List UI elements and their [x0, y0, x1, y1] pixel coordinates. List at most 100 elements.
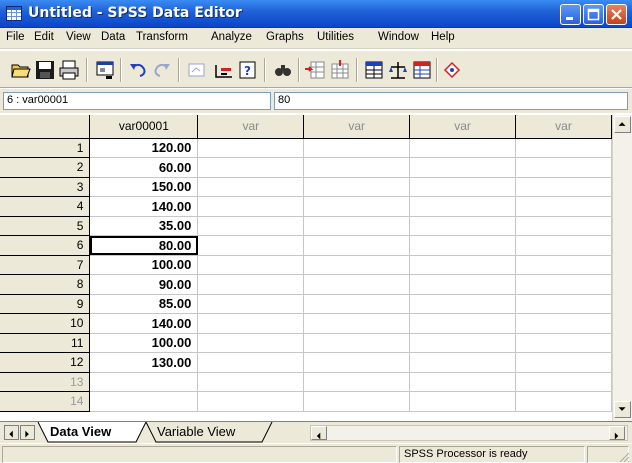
data-cell[interactable]	[515, 138, 612, 158]
data-cell[interactable]	[197, 372, 305, 392]
row-number[interactable]: 6	[0, 235, 91, 256]
redo-icon[interactable]	[151, 59, 173, 81]
data-cell[interactable]	[515, 216, 612, 236]
data-cell[interactable]	[197, 333, 305, 353]
cell-value-input[interactable]: 80	[274, 92, 628, 110]
row-number[interactable]: 13	[0, 372, 91, 392]
goto-case-icon[interactable]	[213, 59, 235, 81]
menu-analyze[interactable]: Analyze	[211, 31, 252, 43]
data-cell[interactable]: 130.00	[89, 352, 199, 373]
data-cell[interactable]	[409, 157, 517, 178]
data-cell[interactable]	[409, 274, 517, 295]
close-button[interactable]	[606, 4, 627, 25]
data-cell[interactable]	[197, 274, 305, 295]
data-cell[interactable]	[303, 352, 411, 373]
column-header-var[interactable]: var	[409, 115, 517, 139]
data-cell[interactable]	[515, 352, 612, 373]
row-number[interactable]: 9	[0, 294, 91, 314]
tab-scroll-right-button[interactable]	[20, 425, 35, 440]
data-cell[interactable]	[303, 177, 411, 197]
data-cell[interactable]	[515, 255, 612, 275]
insert-case-icon[interactable]	[304, 59, 326, 81]
data-cell[interactable]	[409, 216, 517, 236]
row-number[interactable]: 11	[0, 333, 91, 353]
data-cell[interactable]	[409, 255, 517, 275]
find-icon[interactable]	[272, 59, 294, 81]
column-header-var[interactable]: var	[303, 115, 411, 139]
data-cell[interactable]: 85.00	[89, 294, 199, 314]
dialog-recall-icon[interactable]	[94, 59, 116, 81]
menu-edit[interactable]: Edit	[34, 31, 54, 43]
data-cell[interactable]	[197, 352, 305, 373]
hscroll-left-button[interactable]	[311, 426, 327, 440]
vertical-scrollbar[interactable]	[612, 115, 632, 421]
select-cases-icon[interactable]	[411, 59, 433, 81]
variables-icon[interactable]: ?	[237, 59, 259, 81]
data-cell[interactable]	[409, 372, 517, 392]
row-number[interactable]: 1	[0, 138, 91, 158]
menu-window[interactable]: Window	[378, 31, 419, 43]
data-cell[interactable]	[197, 391, 305, 412]
data-cell[interactable]	[409, 235, 517, 256]
split-file-icon[interactable]	[363, 59, 385, 81]
data-cell[interactable]	[197, 294, 305, 314]
data-cell[interactable]	[409, 177, 517, 197]
data-cell[interactable]: 90.00	[89, 274, 199, 295]
data-cell[interactable]	[515, 196, 612, 217]
row-number[interactable]: 10	[0, 313, 91, 334]
maximize-button[interactable]	[583, 4, 604, 25]
data-cell[interactable]	[89, 372, 199, 392]
scroll-down-button[interactable]	[614, 401, 631, 418]
data-cell[interactable]	[515, 333, 612, 353]
scroll-up-button[interactable]	[614, 116, 631, 133]
data-cell[interactable]	[409, 138, 517, 158]
data-cell[interactable]: 100.00	[89, 333, 199, 353]
undo-icon[interactable]	[127, 59, 149, 81]
row-number[interactable]: 7	[0, 255, 91, 275]
data-cell[interactable]	[515, 274, 612, 295]
print-icon[interactable]	[58, 59, 80, 81]
data-cell[interactable]	[197, 216, 305, 236]
data-cell[interactable]: 100.00	[89, 255, 199, 275]
data-cell[interactable]	[197, 255, 305, 275]
data-cell[interactable]	[303, 333, 411, 353]
data-cell[interactable]: 140.00	[89, 196, 199, 217]
data-cell[interactable]	[303, 138, 411, 158]
data-cell[interactable]	[303, 294, 411, 314]
row-number[interactable]: 8	[0, 274, 91, 295]
data-cell[interactable]: 120.00	[89, 138, 199, 158]
menu-graphs[interactable]: Graphs	[266, 31, 304, 43]
data-cell[interactable]	[303, 216, 411, 236]
active-data-cell[interactable]: 80.00	[89, 235, 199, 256]
row-number[interactable]: 2	[0, 157, 91, 178]
data-cell[interactable]	[515, 177, 612, 197]
data-cell[interactable]	[409, 333, 517, 353]
data-cell[interactable]: 150.00	[89, 177, 199, 197]
row-number[interactable]: 12	[0, 352, 91, 373]
menu-help[interactable]: Help	[431, 31, 455, 43]
data-cell[interactable]	[197, 157, 305, 178]
row-number[interactable]: 14	[0, 391, 91, 412]
data-cell[interactable]: 60.00	[89, 157, 199, 178]
data-cell[interactable]	[409, 391, 517, 412]
tab-scroll-left-button[interactable]	[4, 425, 19, 440]
data-cell[interactable]	[515, 235, 612, 256]
data-cell[interactable]	[515, 157, 612, 178]
menu-data[interactable]: Data	[101, 31, 125, 43]
row-number[interactable]: 3	[0, 177, 91, 197]
data-cell[interactable]	[303, 391, 411, 412]
data-cell[interactable]: 35.00	[89, 216, 199, 236]
weight-cases-icon[interactable]	[387, 59, 409, 81]
row-number[interactable]: 5	[0, 216, 91, 236]
menu-transform[interactable]: Transform	[136, 31, 188, 43]
data-cell[interactable]	[303, 157, 411, 178]
data-cell[interactable]	[303, 313, 411, 334]
resize-grip-icon[interactable]	[618, 451, 630, 463]
data-cell[interactable]	[197, 235, 305, 256]
tab-data-view[interactable]: Data View	[50, 422, 111, 442]
data-cell[interactable]	[515, 294, 612, 314]
data-cell[interactable]	[303, 235, 411, 256]
menu-file[interactable]: File	[6, 31, 25, 43]
insert-variable-icon[interactable]	[329, 59, 351, 81]
tab-variable-view[interactable]: Variable View	[157, 422, 235, 442]
